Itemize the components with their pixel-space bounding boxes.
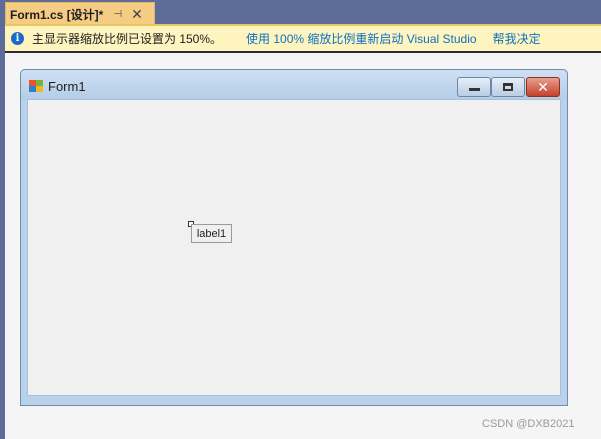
form-app-icon [29, 80, 45, 93]
pin-icon[interactable]: ⊣ [113, 9, 122, 20]
form-title-bar[interactable]: Form1 ✕ [21, 70, 567, 100]
help-me-decide-link[interactable]: 帮我决定 [493, 30, 541, 47]
restart-100-link[interactable]: 使用 100% 缩放比例重新启动 Visual Studio [246, 30, 477, 47]
label1-control[interactable]: label1 [191, 224, 232, 243]
maximize-button[interactable] [491, 77, 525, 97]
minimize-icon [468, 87, 480, 91]
close-button[interactable]: ✕ [526, 77, 560, 97]
watermark: CSDN @DXB2021 [482, 418, 575, 430]
form-title: Form1 [48, 79, 86, 94]
document-tab[interactable]: Form1.cs [设计]* ⊣ ✕ [5, 2, 155, 25]
form-window[interactable]: Form1 ✕ label1 [20, 69, 568, 406]
dpi-infobar: i 主显示器缩放比例已设置为 150%。 使用 100% 缩放比例重新启动 Vi… [5, 24, 601, 53]
form-client-area[interactable]: label1 [27, 99, 561, 396]
tab-title: Form1.cs [设计]* [10, 7, 104, 22]
infobar-message: 主显示器缩放比例已设置为 150%。 [32, 32, 223, 46]
maximize-icon [503, 83, 513, 91]
minimize-button[interactable] [457, 77, 491, 97]
tab-close-icon[interactable]: ✕ [131, 7, 143, 21]
info-icon: i [11, 32, 24, 45]
close-icon: ✕ [537, 79, 549, 95]
